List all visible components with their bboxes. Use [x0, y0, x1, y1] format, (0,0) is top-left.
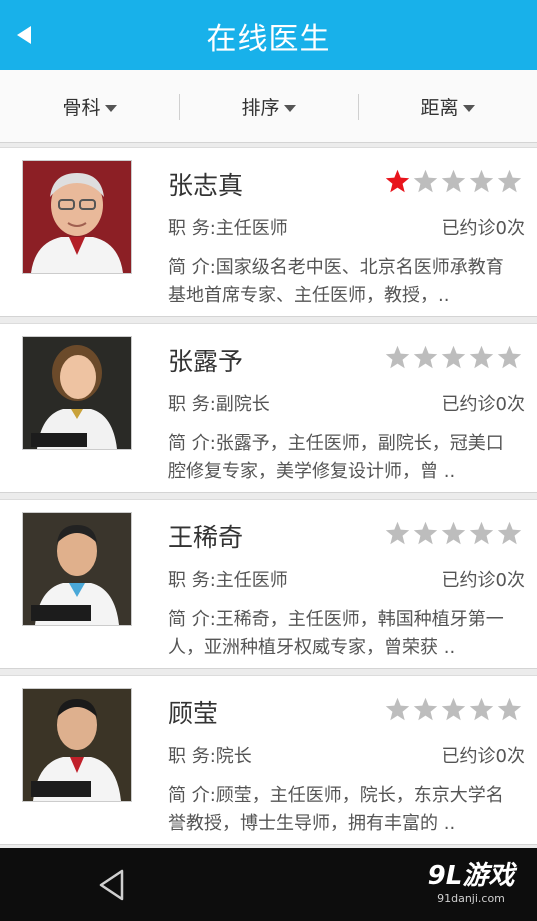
filter-label: 排序 [241, 96, 280, 119]
star-icon [468, 168, 495, 195]
doctor-bio: 简 介:张露予，主任医师，副院长，冠美口腔修复专家，美学修复设计师，曾 .. [168, 433, 504, 482]
rating-stars [384, 520, 523, 547]
star-icon [412, 344, 439, 371]
doctor-name: 顾莹 [168, 699, 219, 728]
doctor-role: 职 务:主任医师 [168, 218, 288, 239]
app-header: 在线医生 [0, 0, 537, 70]
star-icon [496, 696, 523, 723]
doctor-photo [22, 688, 132, 802]
filter-label: 骨科 [62, 96, 101, 119]
doctor-list: 张志真 职 务:主任医师 已约诊0次 简 介:国家级名老中医、北京名医师承教育基… [0, 147, 537, 851]
visit-count: 已约诊0次 [441, 394, 525, 415]
filter-sort[interactable]: 排序 [179, 70, 358, 142]
caret-down-icon [462, 104, 475, 112]
logo-text: 9L游戏 [427, 861, 515, 891]
caret-down-icon [104, 104, 117, 112]
doctor-role: 职 务:院长 [168, 746, 252, 767]
star-icon [440, 696, 467, 723]
star-icon [496, 168, 523, 195]
rating-stars [384, 344, 523, 371]
logo-subtext: 91danji.com [437, 892, 505, 905]
doctor-role: 职 务:主任医师 [168, 570, 288, 591]
doctor-role: 职 务:副院长 [168, 394, 270, 415]
star-icon [412, 168, 439, 195]
doctor-bio: 简 介:顾莹，主任医师，院长，东京大学名誉教授，博士生导师，拥有丰富的 .. [168, 785, 504, 834]
star-icon [412, 520, 439, 547]
doctor-card[interactable]: 张志真 职 务:主任医师 已约诊0次 简 介:国家级名老中医、北京名医师承教育基… [0, 147, 537, 317]
visit-count: 已约诊0次 [441, 746, 525, 767]
star-icon [496, 520, 523, 547]
doctor-name: 王稀奇 [168, 523, 244, 552]
rating-stars [384, 696, 523, 723]
watermark-logo: 9L游戏 91danji.com [421, 860, 521, 906]
star-icon [384, 520, 411, 547]
star-icon [468, 520, 495, 547]
doctor-card[interactable]: 王稀奇 职 务:主任医师 已约诊0次 简 介:王稀奇，主任医师，韩国种植牙第一人… [0, 499, 537, 669]
star-icon [440, 168, 467, 195]
doctor-bio: 简 介:国家级名老中医、北京名医师承教育基地首席专家、主任医师，教授，.. [168, 257, 504, 306]
doctor-card[interactable]: 顾莹 职 务:院长 已约诊0次 简 介:顾莹，主任医师，院长，东京大学名誉教授，… [0, 675, 537, 845]
visit-count: 已约诊0次 [441, 570, 525, 591]
star-icon [384, 344, 411, 371]
filter-label: 距离 [420, 96, 459, 119]
rating-stars [384, 168, 523, 195]
star-icon [468, 344, 495, 371]
star-icon [440, 344, 467, 371]
doctor-card[interactable]: 张露予 职 务:副院长 已约诊0次 简 介:张露予，主任医师，副院长，冠美口腔修… [0, 323, 537, 493]
visit-count: 已约诊0次 [441, 218, 525, 239]
page-title: 在线医生 [206, 22, 331, 57]
filter-bar: 骨科 排序 距离 [0, 70, 537, 143]
star-icon [384, 168, 411, 195]
star-icon [496, 344, 523, 371]
doctor-name: 张志真 [168, 171, 244, 200]
doctor-photo [22, 160, 132, 274]
doctor-photo [22, 512, 132, 626]
nav-back-icon [99, 869, 124, 901]
caret-down-icon [283, 104, 296, 112]
doctor-name: 张露予 [168, 347, 244, 376]
star-icon [468, 696, 495, 723]
system-nav-bar: 9L游戏 91danji.com [0, 848, 537, 921]
doctor-bio: 简 介:王稀奇，主任医师，韩国种植牙第一人，亚洲种植牙权威专家，曾荣获 .. [168, 609, 504, 658]
nav-back-button[interactable] [96, 868, 128, 902]
filter-department[interactable]: 骨科 [0, 70, 179, 142]
filter-distance[interactable]: 距离 [358, 70, 537, 142]
doctor-photo [22, 336, 132, 450]
star-icon [412, 696, 439, 723]
star-icon [440, 520, 467, 547]
star-icon [384, 696, 411, 723]
